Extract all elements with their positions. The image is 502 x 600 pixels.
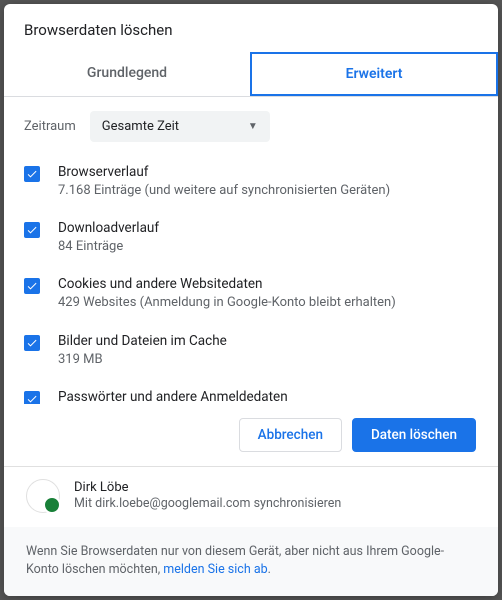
item-desc: 319 MB [58, 351, 478, 369]
dialog-buttons: Abbrechen Daten löschen [4, 404, 498, 466]
sync-row: Dirk Löbe Mit dirk.loebe@googlemail.com … [4, 466, 498, 527]
cancel-button[interactable]: Abbrechen [239, 418, 342, 452]
dialog-title: Browserdaten löschen [4, 4, 498, 52]
chevron-down-icon: ▼ [248, 121, 258, 132]
item-download-history: Downloadverlauf 84 Einträge [24, 220, 478, 256]
item-desc: 429 Websites (Anmeldung in Google-Konto … [58, 294, 478, 312]
clear-browsing-data-dialog: Browserdaten löschen Grundlegend Erweite… [4, 4, 498, 596]
time-range-select[interactable]: Gesamte Zeit ▼ [90, 111, 270, 142]
item-browsing-history: Browserverlauf 7.168 Einträge (und weite… [24, 164, 478, 200]
footer-text-after: . [268, 562, 271, 577]
footer-note: Wenn Sie Browserdaten nur von diesem Ger… [4, 527, 498, 597]
avatar [26, 479, 60, 513]
time-range-label: Zeitraum [24, 119, 76, 134]
item-title: Cookies und andere Websitedaten [58, 276, 478, 292]
sign-out-link[interactable]: melden Sie sich ab [163, 562, 267, 577]
item-cache: Bilder und Dateien im Cache 319 MB [24, 333, 478, 369]
sync-user-name: Dirk Löbe [74, 480, 341, 495]
tab-basic[interactable]: Grundlegend [4, 52, 250, 96]
item-title: Passwörter und andere Anmeldedaten [58, 389, 478, 404]
checkbox-cache[interactable] [24, 335, 40, 351]
checkbox-cookies[interactable] [24, 278, 40, 294]
item-title: Browserverlauf [58, 164, 478, 180]
item-desc: 7.168 Einträge (und weitere auf synchron… [58, 182, 478, 200]
sync-status: Mit dirk.loebe@googlemail.com synchronis… [74, 496, 341, 511]
checkbox-download-history[interactable] [24, 222, 40, 238]
item-title: Downloadverlauf [58, 220, 478, 236]
clear-data-button[interactable]: Daten löschen [352, 418, 476, 452]
dialog-body: Zeitraum Gesamte Zeit ▼ Browserverlauf 7… [4, 97, 498, 404]
checkbox-passwords[interactable] [24, 391, 40, 404]
item-cookies: Cookies und andere Websitedaten 429 Webs… [24, 276, 478, 312]
time-range-row: Zeitraum Gesamte Zeit ▼ [24, 111, 478, 142]
item-desc: 84 Einträge [58, 238, 478, 256]
time-range-value: Gesamte Zeit [102, 119, 179, 134]
tab-advanced[interactable]: Erweitert [250, 52, 498, 96]
checkbox-browsing-history[interactable] [24, 166, 40, 182]
item-title: Bilder und Dateien im Cache [58, 333, 478, 349]
item-passwords: Passwörter und andere Anmeldedaten Keine [24, 389, 478, 404]
tabs: Grundlegend Erweitert [4, 52, 498, 97]
